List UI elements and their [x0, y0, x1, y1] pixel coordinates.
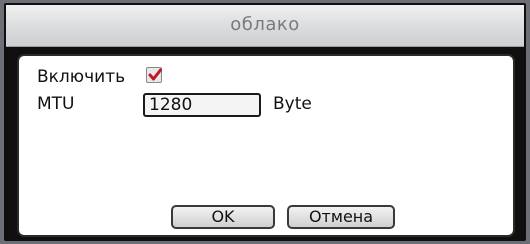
enable-checkbox[interactable] — [146, 67, 162, 83]
dialog-title: облако — [230, 14, 300, 35]
dialog-content-panel: Включить MTU 1280 Byte OK Отмена — [17, 54, 515, 237]
mtu-unit-label: Byte — [273, 94, 312, 114]
cloud-dialog: облако Включить MTU 1280 Byte OK Отмена — [4, 3, 526, 241]
check-icon — [148, 68, 162, 81]
mtu-input[interactable]: 1280 — [143, 93, 261, 117]
enable-label: Включить — [37, 67, 126, 87]
ok-button[interactable]: OK — [171, 205, 275, 229]
mtu-label: MTU — [37, 94, 75, 114]
dialog-titlebar: облако — [6, 5, 524, 47]
cancel-button[interactable]: Отмена — [287, 205, 395, 229]
